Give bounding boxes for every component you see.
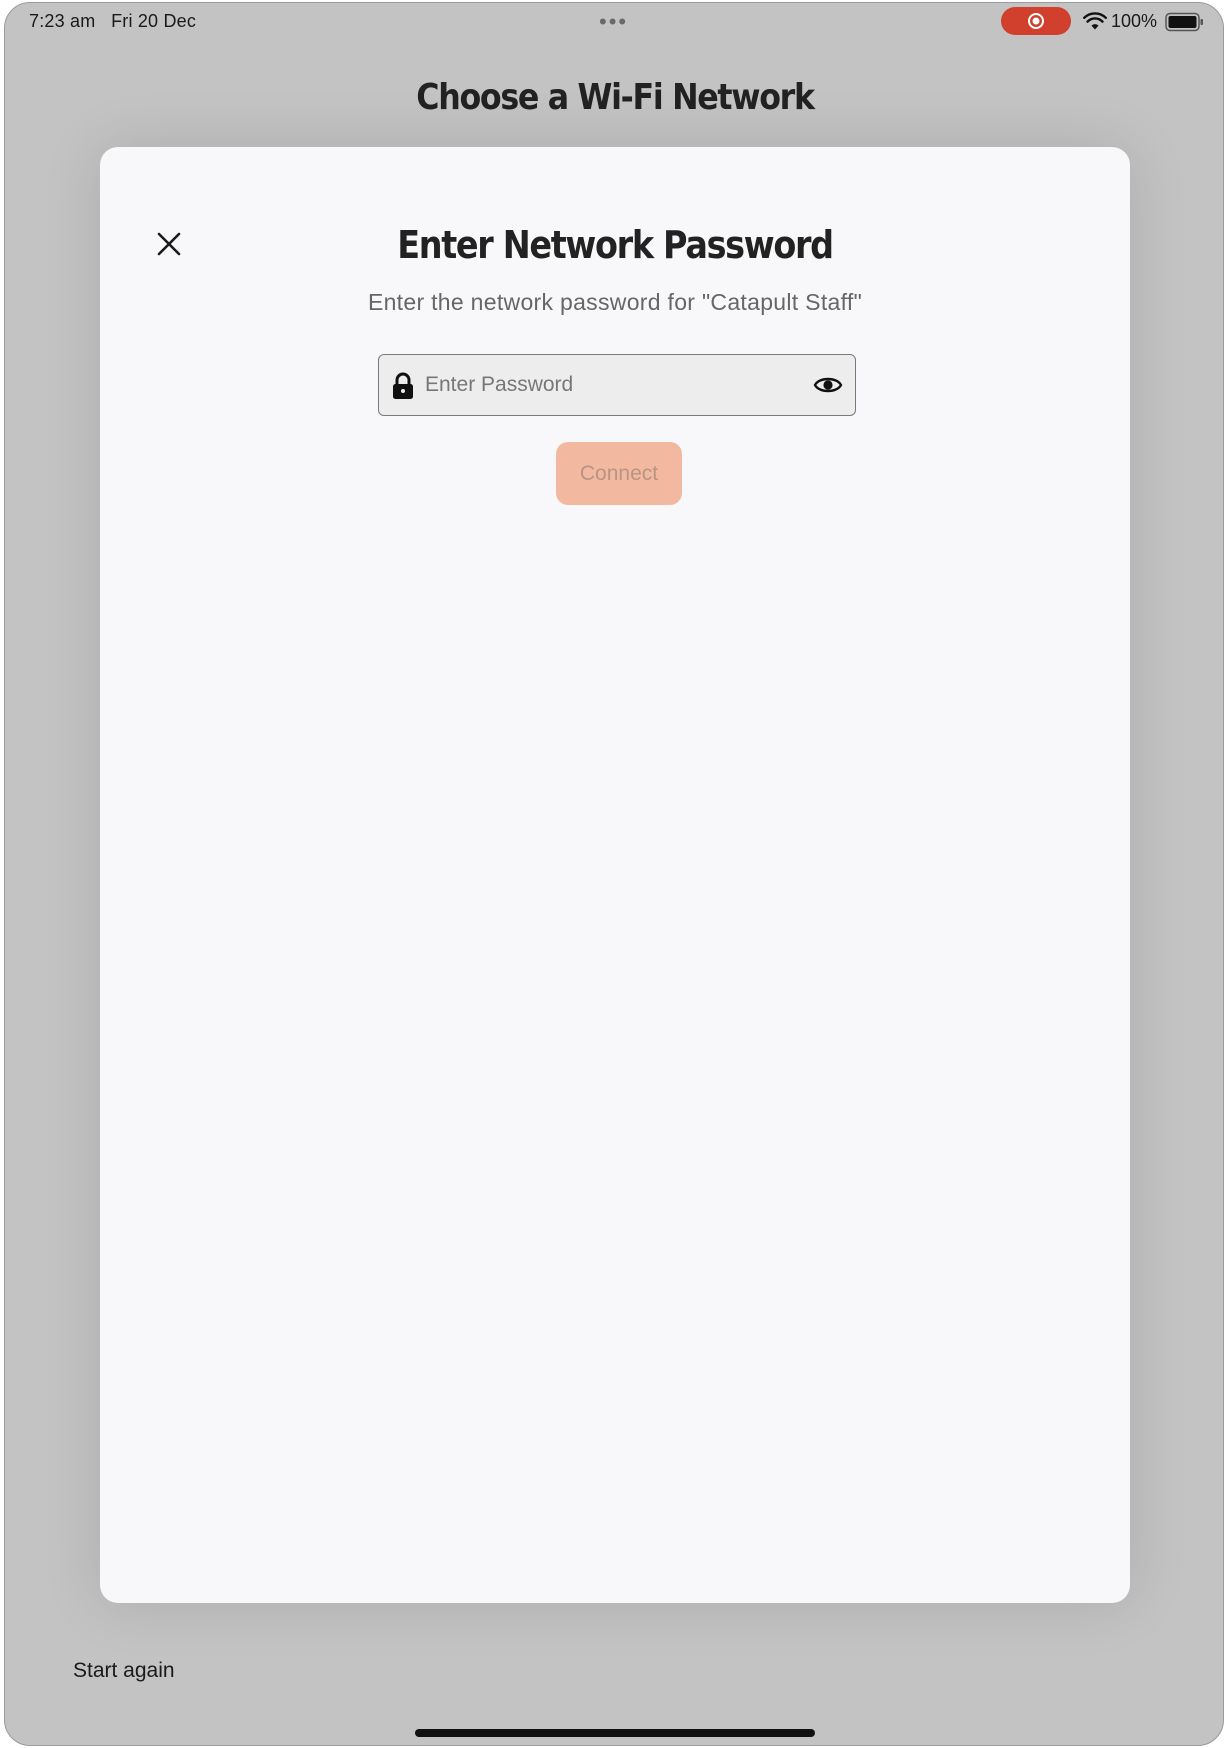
password-field[interactable] [378,354,856,416]
record-icon [1028,13,1044,29]
status-date: Fri 20 Dec [111,11,197,31]
wifi-icon [1083,12,1107,30]
lock-icon [393,372,413,399]
password-input[interactable] [425,355,805,415]
status-clock: 7:23 am [29,11,96,31]
device-screen: 7:23 am Fri 20 Dec ••• 100% Choose a Wi-… [4,2,1224,1746]
home-indicator[interactable] [415,1729,815,1737]
screen-recording-indicator[interactable] [1001,7,1071,35]
password-modal: Enter Network Password Enter the network… [100,147,1130,1603]
modal-subtitle: Enter the network password for "Catapult… [367,289,863,315]
start-again-link[interactable]: Start again [73,1659,175,1683]
connect-button[interactable]: Connect [556,442,682,505]
page-title: Choose a Wi-Fi Network [416,77,815,118]
modal-title: Enter Network Password [397,223,834,267]
battery-percent: 100% [1111,11,1158,31]
status-time: 7:23 am Fri 20 Dec [29,11,196,32]
battery-icon [1165,12,1203,32]
multitasking-dots-icon[interactable]: ••• [599,11,628,33]
eye-icon[interactable] [813,374,843,396]
